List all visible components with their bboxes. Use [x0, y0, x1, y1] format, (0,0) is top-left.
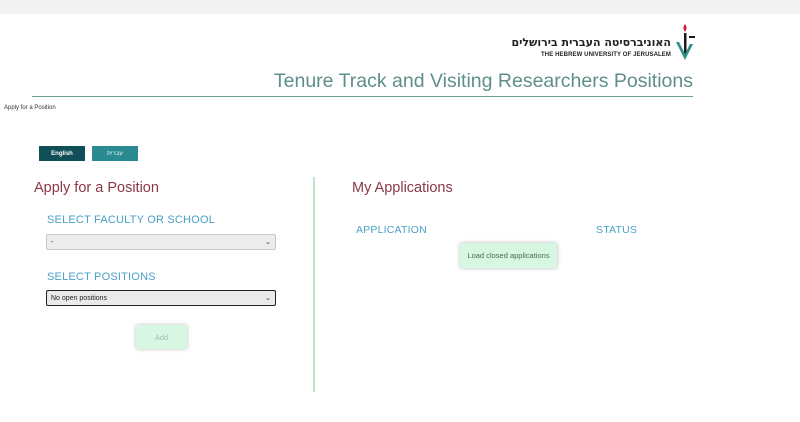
- panel-divider: [313, 177, 315, 392]
- university-emblem-icon: [676, 24, 695, 60]
- apply-panel-heading: Apply for a Position: [34, 180, 159, 196]
- positions-select-label: SELECT POSITIONS: [47, 271, 156, 283]
- breadcrumb[interactable]: Apply for a Position: [4, 105, 56, 111]
- browser-top-strip: [0, 0, 800, 14]
- applications-panel-heading: My Applications: [352, 180, 453, 196]
- load-closed-applications-button[interactable]: Load closed applications: [460, 243, 557, 268]
- faculty-select[interactable]: - ⌄: [46, 234, 276, 250]
- positions-select[interactable]: No open positions ⌄: [46, 290, 276, 306]
- positions-select-value: No open positions: [51, 294, 108, 302]
- site-title: Tenure Track and Visiting Researchers Po…: [273, 70, 693, 92]
- faculty-select-value: -: [51, 238, 54, 246]
- logo-hebrew-text: האוניברסיטה העברית בירושלים: [511, 36, 671, 49]
- status-column-header: STATUS: [596, 224, 638, 236]
- faculty-select-label: SELECT FACULTY OR SCHOOL: [47, 214, 216, 226]
- application-column-header: APPLICATION: [356, 224, 427, 236]
- logo-english-text: THE HEBREW UNIVERSITY OF JERUSALEM: [541, 52, 671, 58]
- add-position-button[interactable]: Add: [136, 325, 187, 349]
- chevron-down-icon: ⌄: [265, 295, 271, 302]
- english-language-button[interactable]: English: [39, 146, 85, 161]
- university-logo[interactable]: האוניברסיטה העברית בירושלים THE HEBREW U…: [511, 22, 697, 66]
- title-divider: [32, 96, 693, 97]
- hebrew-language-button[interactable]: עברית: [92, 146, 138, 161]
- chevron-down-icon: ⌄: [265, 239, 271, 246]
